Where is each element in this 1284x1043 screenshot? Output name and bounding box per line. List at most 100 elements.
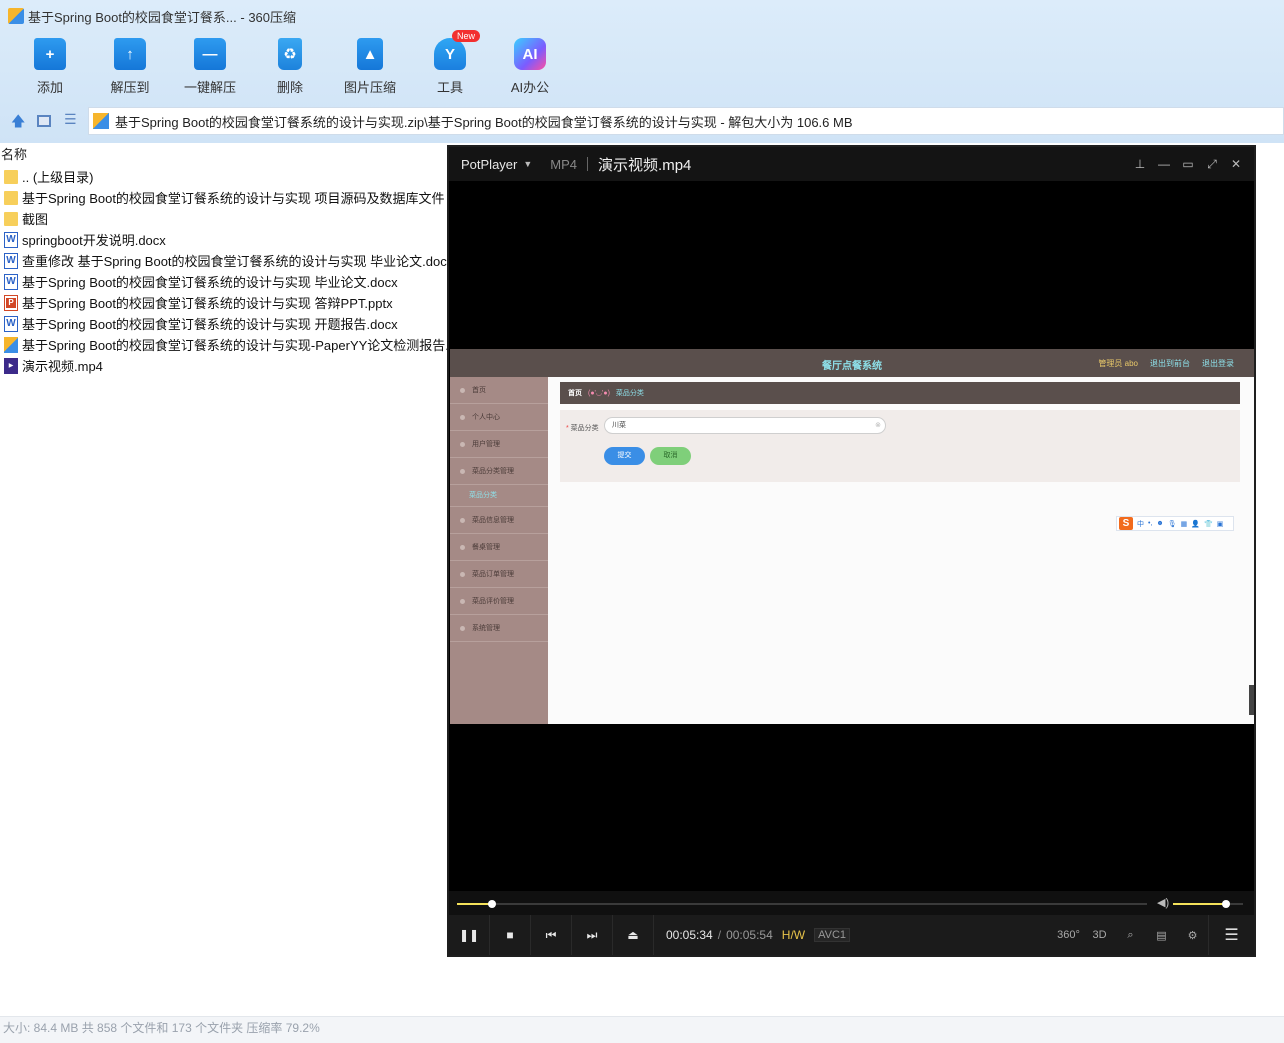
status-bar: 大小: 84.4 MB 共 858 个文件和 173 个文件夹 压缩率 79.2… — [0, 1016, 1284, 1043]
file-name: 截图 — [22, 212, 49, 227]
user-icon: 👤 — [1191, 520, 1201, 528]
eject-button[interactable]: ⏏ — [613, 915, 654, 955]
word-doc-icon: W — [4, 231, 18, 248]
list-item[interactable]: 基于Spring Boot的校园食堂订餐系统的设计与实现 项目源码及数据库文件 — [0, 187, 446, 208]
folder-icon — [4, 211, 18, 226]
list-item[interactable]: ▶ 演示视频.mp4 — [0, 355, 446, 376]
pause-button[interactable]: ❚❚ — [449, 915, 490, 955]
list-item[interactable]: W springboot开发说明.docx — [0, 229, 446, 250]
list-item[interactable]: P 基于Spring Boot的校园食堂订餐系统的设计与实现 答辩PPT.ppt… — [0, 292, 446, 313]
clear-icon: ⊗ — [875, 422, 881, 429]
player-title-bar[interactable]: PotPlayer ▼ MP4 演示视频.mp4 ⊥ — ▭ ⤢ ✕ — [449, 147, 1254, 181]
video-breadcrumb: 首页 (●'◡'●) 菜品分类 — [560, 382, 1240, 404]
volume-handle[interactable] — [1221, 900, 1230, 908]
list-item[interactable]: 基于Spring Boot的校园食堂订餐系统的设计与实现-PaperYY论文检测… — [0, 334, 466, 355]
video-sidebar-item: 菜品评价管理 — [450, 588, 548, 615]
subtitle-icon[interactable]: ▤ — [1146, 929, 1177, 942]
list-view-icon[interactable]: ☰ — [64, 111, 78, 127]
video-cancel-button: 取消 — [650, 447, 691, 465]
next-button[interactable]: ⏭ — [572, 915, 613, 955]
video-crumb-emoji: (●'◡'●) — [588, 390, 610, 397]
list-item[interactable]: W 基于Spring Boot的校园食堂订餐系统的设计与实现 开题报告.docx — [0, 313, 446, 334]
path-row: 🡅 ☰ 基于Spring Boot的校园食堂订餐系统的设计与实现.zip\基于S… — [0, 106, 1284, 136]
toolbar: + 添加 ↑ 解压到 — 一键解压 ♻ 删除 ▲ 图片压缩 Y New 工具 A… — [10, 30, 570, 98]
tools-button[interactable]: Y New 工具 — [410, 30, 490, 98]
list-item[interactable]: 截图 — [0, 208, 446, 229]
thumbnail-view-icon[interactable] — [37, 115, 51, 127]
control-bar: ❚❚ ■ ⏮ ⏭ ⏏ 00:05:34 / 00:05:54 H/W AVC1 … — [449, 915, 1254, 955]
close-icon[interactable]: ✕ — [1224, 157, 1248, 171]
list-item[interactable]: W 查重修改 基于Spring Boot的校园食堂订餐系统的设计与实现 毕业论文… — [0, 250, 453, 271]
previous-button[interactable]: ⏮ — [531, 915, 572, 955]
video-sidebar-item: 系统管理 — [450, 615, 548, 642]
image-compress-button[interactable]: ▲ 图片压缩 — [330, 38, 410, 98]
seek-handle[interactable] — [487, 900, 496, 908]
microphone-icon: 🎙 — [1167, 520, 1177, 528]
vr360-button[interactable]: 360° — [1053, 929, 1084, 941]
player-filename: 演示视频.mp4 — [598, 156, 692, 174]
stop-button[interactable]: ■ — [490, 915, 531, 955]
volume-slider[interactable] — [1173, 900, 1243, 908]
video-app-links: 管理员 abo 退出到前台 退出登录 — [1098, 358, 1234, 369]
video-scroll-handle — [1249, 685, 1254, 715]
up-arrow-icon[interactable]: 🡅 — [11, 111, 25, 129]
hw-decode-badge[interactable]: H/W — [782, 928, 805, 942]
one-click-extract-button[interactable]: — 一键解压 — [170, 38, 250, 98]
ime-toolbar: S 中 •, ☻ 🎙 ▦ 👤 👕 ▣ — [1116, 516, 1234, 531]
powerpoint-icon: P — [4, 294, 18, 311]
video-crumb-home: 首页 — [568, 390, 582, 397]
file-name: 基于Spring Boot的校园食堂订餐系统的设计与实现 项目源码及数据库文件 — [22, 191, 445, 206]
video-sidebar-item: 用户管理 — [450, 431, 548, 458]
tools-icon: Y New — [434, 30, 481, 70]
video-sidebar-subitem: 菜品分类 — [450, 485, 548, 507]
video-sidebar-item: 首页 — [450, 377, 548, 404]
file-name: 基于Spring Boot的校园食堂订餐系统的设计与实现 答辩PPT.pptx — [22, 296, 393, 311]
zoom-list-icon[interactable]: ⌕ — [1115, 929, 1146, 942]
file-name: 基于Spring Boot的校园食堂订餐系统的设计与实现-PaperYY论文检测… — [22, 338, 466, 353]
video-area[interactable]: 餐厅点餐系统 管理员 abo 退出到前台 退出登录 首页 个人中心 用户管理 菜… — [449, 181, 1254, 891]
list-item[interactable]: W 基于Spring Boot的校园食堂订餐系统的设计与实现 毕业论文.docx — [0, 271, 446, 292]
3d-button[interactable]: 3D — [1084, 929, 1115, 941]
column-header-name[interactable]: 名称 — [0, 146, 446, 166]
pin-icon[interactable]: ⊥ — [1128, 157, 1152, 171]
stop-icon: ■ — [506, 928, 514, 942]
video-link-logout: 退出登录 — [1202, 359, 1234, 368]
word-doc-icon: W — [4, 315, 18, 332]
ime-logo-icon: S — [1119, 517, 1133, 530]
path-bar[interactable]: 基于Spring Boot的校园食堂订餐系统的设计与实现.zip\基于Sprin… — [88, 107, 1284, 135]
time-current: 00:05:34 — [666, 928, 713, 942]
codec-badge: AVC1 — [814, 928, 851, 942]
video-sidebar-item: 餐桌管理 — [450, 534, 548, 561]
keyboard-icon: ▦ — [1180, 520, 1188, 528]
player-brand-menu[interactable]: PotPlayer — [461, 157, 517, 172]
minimize-icon[interactable]: — — [1152, 157, 1176, 171]
emoji-icon: ☻ — [1156, 520, 1164, 527]
extract-to-button[interactable]: ↑ 解压到 — [90, 38, 170, 98]
video-frame: 餐厅点餐系统 管理员 abo 退出到前台 退出登录 首页 个人中心 用户管理 菜… — [450, 349, 1254, 724]
list-item[interactable]: .. (上级目录) — [0, 166, 446, 187]
fullscreen-icon[interactable]: ⤢ — [1200, 157, 1224, 172]
ai-office-button[interactable]: AI AI办公 — [490, 38, 570, 98]
path-text: 基于Spring Boot的校园食堂订餐系统的设计与实现.zip\基于Sprin… — [115, 114, 853, 130]
video-form-label-text: 菜品分类 — [570, 425, 599, 432]
delete-button[interactable]: ♻ 删除 — [250, 38, 330, 98]
speaker-icon[interactable]: ◀) — [1157, 896, 1169, 909]
time-separator: / — [717, 928, 722, 942]
file-name: 查重修改 基于Spring Boot的校园食堂订餐系统的设计与实现 毕业论文.d… — [22, 254, 454, 269]
chevron-down-icon[interactable]: ▼ — [523, 159, 532, 169]
seek-bar[interactable] — [457, 900, 1147, 908]
video-sidebar-item: 菜品信息管理 — [450, 507, 548, 534]
previous-icon: ⏮ — [545, 927, 557, 942]
hamburger-icon: ☰ — [1224, 927, 1239, 944]
settings-gear-icon[interactable]: ⚙ — [1177, 929, 1208, 942]
app-header: 基于Spring Boot的校园食堂订餐系... - 360压缩 + 添加 ↑ … — [0, 0, 1284, 143]
menu-button[interactable]: ☰ — [1208, 915, 1254, 955]
window-title-bar: 基于Spring Boot的校园食堂订餐系... - 360压缩 — [0, 0, 1284, 32]
extract-to-icon: ↑ — [114, 38, 146, 70]
video-submit-button: 提交 — [604, 447, 645, 465]
add-button[interactable]: + 添加 — [10, 38, 90, 98]
video-app-header: 餐厅点餐系统 管理员 abo 退出到前台 退出登录 — [450, 349, 1254, 377]
ime-mode: 中 — [1137, 520, 1144, 528]
maximize-icon[interactable]: ▭ — [1176, 157, 1200, 171]
archive-icon — [93, 113, 109, 129]
